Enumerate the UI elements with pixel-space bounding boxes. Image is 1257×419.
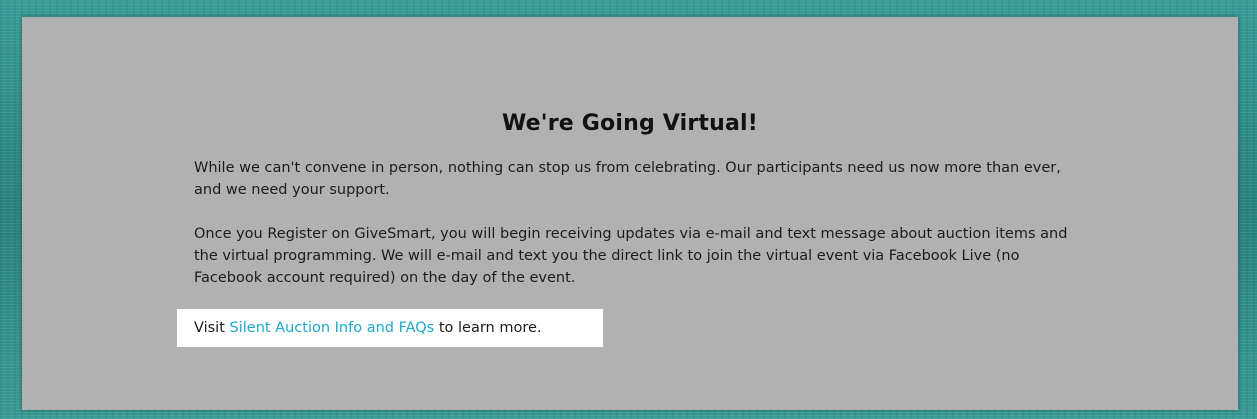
intro-paragraph: While we can't convene in person, nothin…: [194, 160, 1061, 198]
silent-auction-faq-link[interactable]: Silent Auction Info and FAQs: [230, 320, 435, 336]
virtual-event-panel: We're Going Virtual! While we can't conv…: [22, 17, 1238, 410]
visit-prefix-text: Visit: [194, 320, 230, 336]
learn-more-highlight: Visit Silent Auction Info and FAQs to le…: [177, 309, 603, 347]
registration-paragraph: Once you Register on GiveSmart, you will…: [194, 226, 1068, 286]
learn-more-line: Visit Silent Auction Info and FAQs to le…: [194, 317, 542, 339]
visit-suffix-text: to learn more.: [434, 320, 542, 336]
page-title: We're Going Virtual!: [502, 111, 758, 136]
